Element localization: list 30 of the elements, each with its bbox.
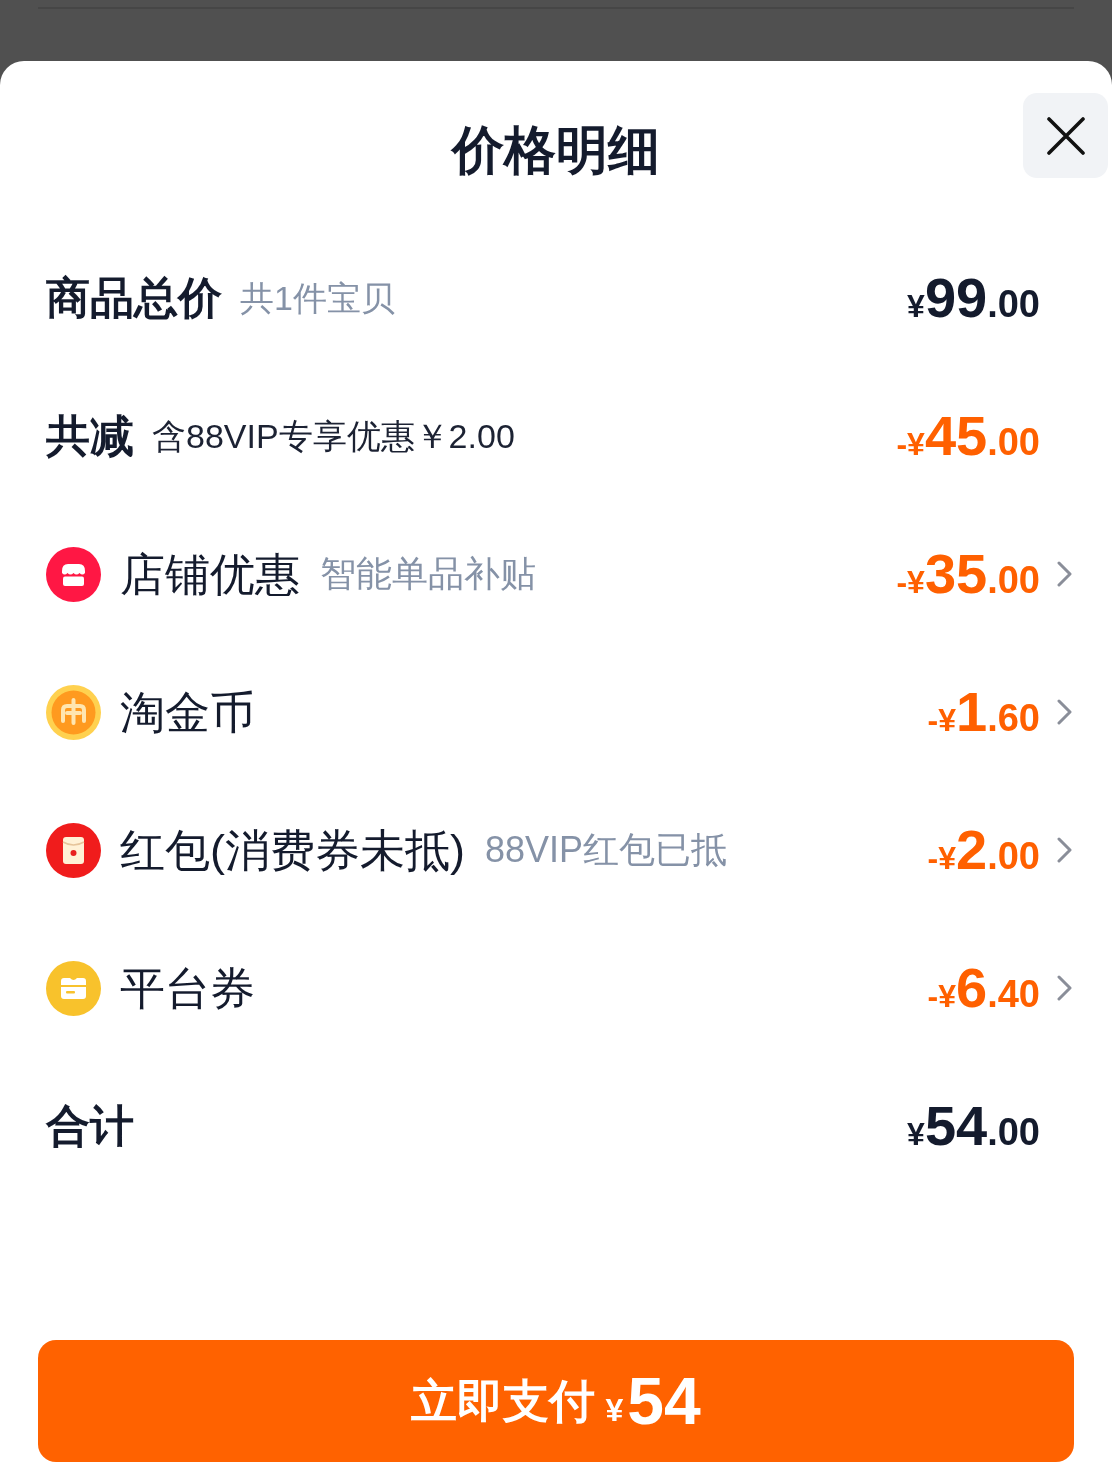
chevron-right-icon[interactable] bbox=[1057, 561, 1072, 587]
price-amount: ¥54.00 bbox=[907, 1098, 1040, 1154]
chevron-right-icon[interactable] bbox=[1057, 837, 1072, 863]
row-note: 共1件宝贝 bbox=[240, 281, 395, 315]
close-button[interactable] bbox=[1023, 93, 1108, 178]
chevron-right-icon[interactable] bbox=[1057, 975, 1072, 1001]
row-note: 88VIP红包已抵 bbox=[485, 832, 728, 868]
row-label: 共减 bbox=[46, 414, 134, 458]
chevron-right-icon[interactable] bbox=[1057, 699, 1072, 725]
ticket-icon bbox=[46, 960, 101, 1016]
row-label: 淘金币 bbox=[120, 689, 255, 735]
row-label: 平台券 bbox=[120, 965, 255, 1011]
row-note: 含88VIP专享优惠￥2.00 bbox=[152, 419, 515, 453]
price-amount: -¥45.00 bbox=[896, 408, 1040, 464]
row-label: 合计 bbox=[46, 1104, 134, 1148]
coin-icon bbox=[46, 684, 101, 740]
pay-now-button[interactable]: 立即支付 ¥54 bbox=[38, 1340, 1074, 1462]
sheet-title: 价格明细 bbox=[452, 124, 660, 176]
price-amount: -¥2.00 bbox=[927, 822, 1040, 878]
row-label: 红包(消费券未抵) bbox=[120, 827, 465, 873]
row-label: 店铺优惠 bbox=[120, 551, 300, 597]
store-icon bbox=[46, 546, 101, 602]
close-icon bbox=[1046, 116, 1085, 155]
price-amount: -¥35.00 bbox=[896, 546, 1040, 602]
envelope-icon bbox=[46, 822, 101, 878]
price-amount: -¥6.40 bbox=[927, 960, 1040, 1016]
price-amount: -¥1.60 bbox=[927, 684, 1040, 740]
row-label: 商品总价 bbox=[46, 276, 222, 320]
price-amount: ¥99.00 bbox=[907, 270, 1040, 326]
row-note: 智能单品补贴 bbox=[320, 556, 536, 592]
